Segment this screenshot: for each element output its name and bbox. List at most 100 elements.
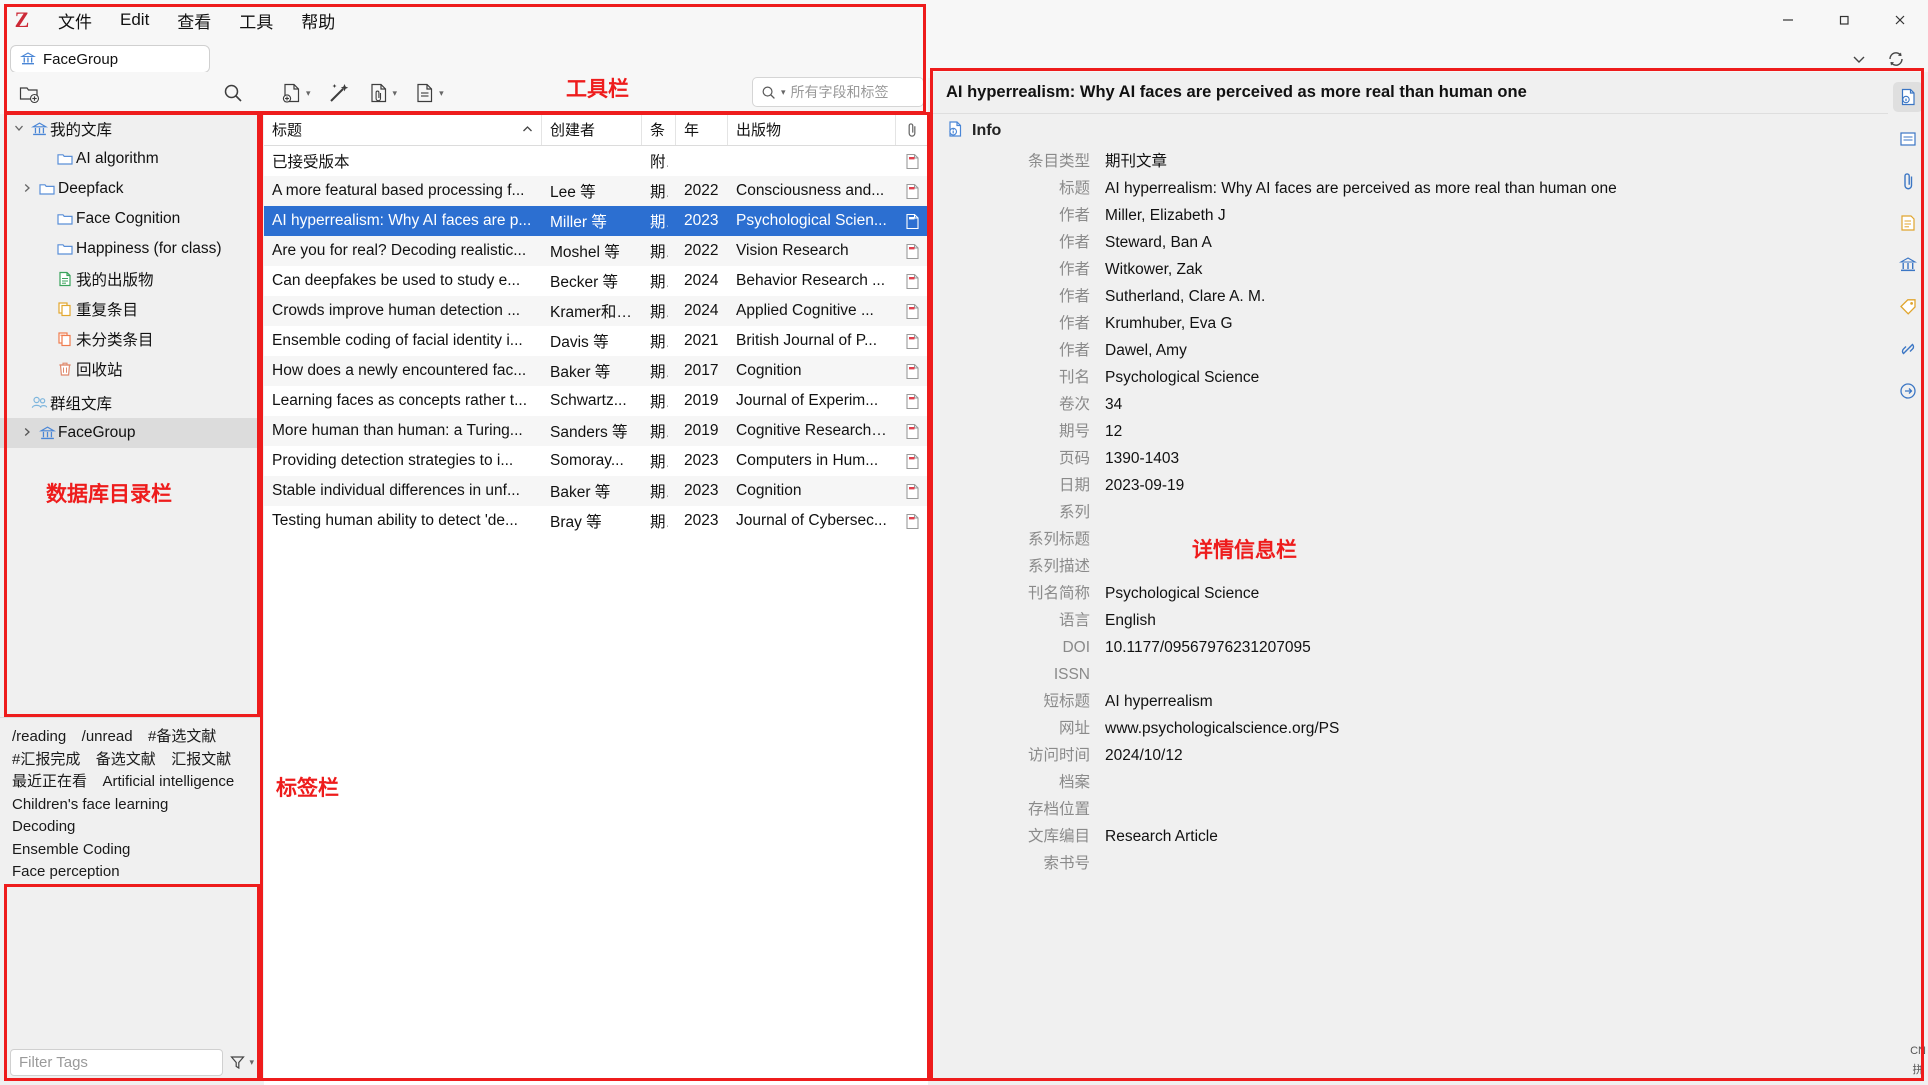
tag-item[interactable]: 最近正在看 (12, 771, 87, 794)
info-row-author[interactable]: 作者 Sutherland, Clare A. M. (932, 283, 1928, 310)
info-row-date[interactable]: 日期 2023-09-19 (932, 472, 1928, 499)
field-value[interactable]: 期刊文章 (1102, 149, 1170, 174)
info-row-itemtype[interactable]: 条目类型 期刊文章 (932, 148, 1928, 175)
info-row-author[interactable]: 作者 Krumhuber, Eva G (932, 310, 1928, 337)
info-row-library-catalog[interactable]: 文库编目 Research Article (932, 823, 1928, 850)
info-row-short-title[interactable]: 短标题 AI hyperrealism (932, 688, 1928, 715)
twisty-open-icon[interactable] (10, 123, 28, 136)
collections-sidebar[interactable]: 我的文库 AI algorithm Deepfack Face Cognitio… (0, 114, 262, 715)
column-header-year[interactable]: 年 (676, 114, 728, 145)
menu-file[interactable]: 文件 (44, 0, 106, 40)
field-value[interactable]: Dawel, Amy (1102, 338, 1190, 363)
table-row[interactable]: Learning faces as concepts rather t... S… (264, 386, 928, 416)
info-row-series-title[interactable]: 系列标题 (932, 526, 1928, 553)
tag-filter-input[interactable]: Filter Tags (10, 1048, 224, 1076)
info-row-author[interactable]: 作者 Witkower, Zak (932, 256, 1928, 283)
new-note-button[interactable]: ▾ (409, 78, 448, 108)
field-value[interactable]: Psychological Science (1102, 581, 1262, 606)
table-row[interactable]: Testing human ability to detect 'de... B… (264, 506, 928, 536)
twisty-closed-icon[interactable] (18, 427, 36, 440)
field-value[interactable]: 2023-09-19 (1102, 473, 1187, 498)
info-row-volume[interactable]: 卷次 34 (932, 391, 1928, 418)
sidebar-item-unfiled[interactable]: 未分类条目 (0, 324, 262, 354)
field-value[interactable]: 34 (1102, 392, 1125, 417)
maximize-button[interactable] (1816, 0, 1872, 40)
library-selector[interactable]: FaceGroup (10, 45, 210, 73)
locate-icon[interactable] (1893, 376, 1923, 406)
column-header-title[interactable]: 标题 (264, 114, 542, 145)
tags-icon[interactable] (1893, 292, 1923, 322)
info-row-author[interactable]: 作者 Miller, Elizabeth J (932, 202, 1928, 229)
info-row-archive[interactable]: 档案 (932, 769, 1928, 796)
sidebar-item-trash[interactable]: 回收站 (0, 354, 262, 384)
info-row-author[interactable]: 作者 Steward, Ban A (932, 229, 1928, 256)
sidebar-item-facegroup[interactable]: FaceGroup (0, 418, 262, 448)
sidebar-item-duplicates[interactable]: 重复条目 (0, 294, 262, 324)
add-by-identifier-button[interactable] (323, 78, 355, 108)
attachments-icon[interactable] (1893, 166, 1923, 196)
tag-filter-options-button[interactable]: ▾ (229, 1054, 254, 1071)
abstract-icon[interactable] (1893, 124, 1923, 154)
info-row-url[interactable]: 网址 www.psychologicalscience.org/PS (932, 715, 1928, 742)
info-row-issn[interactable]: ISSN (932, 661, 1928, 688)
menu-tools[interactable]: 工具 (225, 0, 287, 40)
sync-icon[interactable] (1886, 49, 1906, 69)
field-value[interactable]: Miller, Elizabeth J (1102, 203, 1229, 228)
field-value[interactable]: Research Article (1102, 824, 1221, 849)
table-row[interactable]: Stable individual differences in unf... … (264, 476, 928, 506)
search-collections-button[interactable] (218, 78, 248, 108)
info-row-author[interactable]: 作者 Dawel, Amy (932, 337, 1928, 364)
field-value[interactable]: Steward, Ban A (1102, 230, 1215, 255)
tag-item[interactable]: /reading (12, 726, 66, 749)
info-row-title[interactable]: 标题 AI hyperrealism: Why AI faces are perc… (932, 175, 1928, 202)
field-value[interactable]: Witkower, Zak (1102, 257, 1205, 282)
sidebar-item-deepfack[interactable]: Deepfack (0, 174, 262, 204)
info-section-header[interactable]: Info (932, 114, 1928, 148)
field-value[interactable]: 2024/10/12 (1102, 743, 1186, 768)
tag-item[interactable]: Decoding (12, 816, 75, 839)
field-value[interactable]: AI hyperrealism (1102, 689, 1216, 714)
field-value[interactable]: English (1102, 608, 1159, 633)
libraries-collections-icon[interactable] (1893, 250, 1923, 280)
table-row[interactable]: More human than human: a Turing... Sande… (264, 416, 928, 446)
sidebar-item-my-library[interactable]: 我的文库 (0, 114, 262, 144)
info-row-publication[interactable]: 刊名 Psychological Science (932, 364, 1928, 391)
sidebar-item-my-publications[interactable]: 我的出版物 (0, 264, 262, 294)
table-row[interactable]: Crowds improve human detection ... Krame… (264, 296, 928, 326)
tag-item[interactable]: Artificial intelligence (102, 771, 234, 794)
new-collection-button[interactable] (14, 78, 44, 108)
menu-view[interactable]: 查看 (163, 0, 225, 40)
tag-item[interactable]: 备选文献 (96, 749, 156, 772)
info-row-language[interactable]: 语言 English (932, 607, 1928, 634)
tag-item[interactable]: Children's face learning (12, 794, 168, 817)
info-row-journal-abbr[interactable]: 刊名简称 Psychological Science (932, 580, 1928, 607)
info-row-doi[interactable]: DOI 10.1177/09567976231207095 (932, 634, 1928, 661)
items-table-body[interactable]: 已接受版本 附件 A more featural based processin… (264, 146, 928, 536)
info-row-accessed[interactable]: 访问时间 2024/10/12 (932, 742, 1928, 769)
table-row[interactable]: Providing detection strategies to i... S… (264, 446, 928, 476)
sidebar-item-face-cognition[interactable]: Face Cognition (0, 204, 262, 234)
tag-item[interactable]: #汇报完成 (12, 749, 80, 772)
field-value[interactable]: 10.1177/09567976231207095 (1102, 635, 1314, 660)
table-row[interactable]: 已接受版本 附件 (264, 146, 928, 176)
column-header-creator[interactable]: 创建者 (542, 114, 642, 145)
tag-item[interactable]: #备选文献 (148, 726, 216, 749)
table-row[interactable]: How does a newly encountered fac... Bake… (264, 356, 928, 386)
table-row[interactable]: Are you for real? Decoding realistic... … (264, 236, 928, 266)
new-item-button[interactable]: ▾ (276, 78, 315, 108)
sidebar-item-ai-algorithm[interactable]: AI algorithm (0, 144, 262, 174)
close-button[interactable] (1872, 0, 1928, 40)
related-icon[interactable] (1893, 334, 1923, 364)
field-value[interactable]: Psychological Science (1102, 365, 1262, 390)
field-value[interactable]: Krumhuber, Eva G (1102, 311, 1236, 336)
tag-cloud[interactable]: /reading /unread #备选文献 #汇报完成 备选文献 汇报文献 最… (0, 718, 262, 1045)
field-value[interactable]: AI hyperrealism: Why AI faces are percei… (1102, 176, 1620, 201)
field-value[interactable]: Sutherland, Clare A. M. (1102, 284, 1268, 309)
info-row-series-text[interactable]: 系列描述 (932, 553, 1928, 580)
info-row-loc-in-archive[interactable]: 存档位置 (932, 796, 1928, 823)
minimize-button[interactable] (1760, 0, 1816, 40)
field-value[interactable]: www.psychologicalscience.org/PS (1102, 716, 1342, 741)
info-row-call-number[interactable]: 索书号 (932, 850, 1928, 877)
menu-help[interactable]: 帮助 (287, 0, 349, 40)
add-attachment-button[interactable]: ▾ (363, 78, 402, 108)
